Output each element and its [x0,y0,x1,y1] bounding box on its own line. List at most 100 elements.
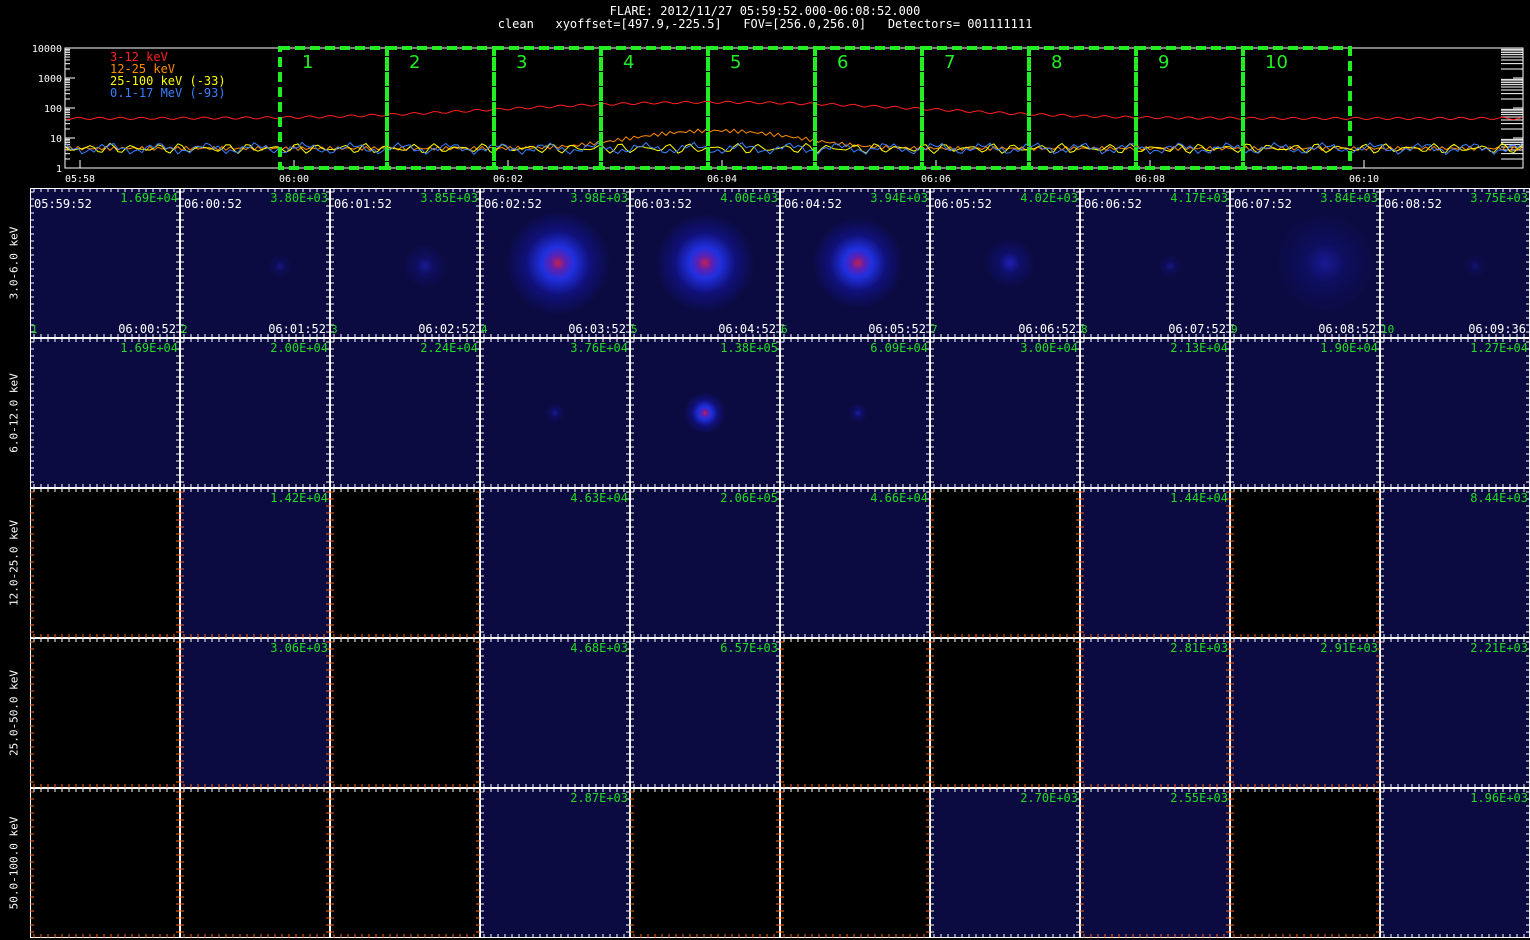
interval-label: 8 [1051,52,1062,73]
panel-number: 8 [1081,323,1088,336]
panel-image [480,488,630,638]
image-panel[interactable]: 2.06E+05 [630,488,780,638]
energy-band-text: 50.0-100.0 keV [7,816,21,910]
image-panel[interactable]: 4.00E+03 06:03:52 06:04:52 5 [630,188,780,338]
image-panel[interactable]: 3.06E+03 [180,638,330,788]
x-tick-label: 06:08 [1135,174,1165,185]
panel-image [1080,488,1230,638]
image-panel[interactable]: 2.70E+03 [930,788,1080,938]
panel-image [1230,338,1380,488]
x-tick-label: 06:02 [493,174,523,185]
image-panel[interactable]: 6.09E+04 [780,338,930,488]
panel-image [630,788,780,938]
image-panel[interactable]: 4.02E+03 06:05:52 06:06:52 7 [930,188,1080,338]
interval-label: 3 [516,52,527,73]
x-tick-label: 06:00 [279,174,309,185]
panel-number: 3 [331,323,338,336]
start-time: 06:06:52 [1084,197,1142,211]
image-panel[interactable]: 2.55E+03 [1080,788,1230,938]
start-time: 06:07:52 [1234,197,1292,211]
image-panel[interactable]: 2.81E+03 [1080,638,1230,788]
panel-number: 1 [31,323,38,336]
panel-image [1230,638,1380,788]
image-panel[interactable]: 3.76E+04 [480,338,630,488]
panel-image [1230,488,1380,638]
peak-value: 2.70E+03 [1020,791,1078,805]
image-panel[interactable]: 1.69E+04 [30,338,180,488]
image-panel[interactable]: 1.44E+04 [1080,488,1230,638]
panel-image [180,338,330,488]
image-panel[interactable]: 4.66E+04 [780,488,930,638]
end-time: 06:03:52 [568,322,626,336]
panel-image [1080,338,1230,488]
image-panel[interactable]: 3.94E+03 06:04:52 06:05:52 6 [780,188,930,338]
peak-value: 4.68E+03 [570,641,628,655]
image-panel[interactable]: 1.42E+04 [180,488,330,638]
image-panel[interactable] [930,638,1080,788]
panel-number: 10 [1381,323,1395,336]
image-panel[interactable]: 8.44E+03 [1380,488,1530,638]
image-panel[interactable]: 2.00E+04 [180,338,330,488]
end-time: 06:00:52 [118,322,176,336]
image-panel[interactable] [180,788,330,938]
energy-band-text: 25.0-50.0 keV [7,669,21,757]
image-panel[interactable]: 1.27E+04 [1380,338,1530,488]
peak-value: 2.13E+04 [1170,341,1228,355]
image-panel[interactable] [330,788,480,938]
image-panel[interactable]: 4.63E+04 [480,488,630,638]
image-panel[interactable] [930,488,1080,638]
image-panel[interactable]: 2.87E+03 [480,788,630,938]
image-panel[interactable]: 1.38E+05 [630,338,780,488]
image-panel[interactable]: 3.00E+04 [930,338,1080,488]
panel-image [1080,788,1230,938]
plot-header: FLARE: 2012/11/27 05:59:52.000-06:08:52.… [0,0,1530,36]
peak-value: 1.38E+05 [720,341,778,355]
peak-value: 6.57E+03 [720,641,778,655]
image-panel[interactable]: 2.91E+03 [1230,638,1380,788]
peak-value: 2.00E+04 [270,341,328,355]
image-panel[interactable] [30,638,180,788]
flare-title: FLARE: 2012/11/27 05:59:52.000-06:08:52.… [609,4,921,18]
image-panel[interactable]: 4.68E+03 [480,638,630,788]
panel-image [480,788,630,938]
image-panel[interactable]: 3.84E+03 06:07:52 06:08:52 9 [1230,188,1380,338]
image-panel[interactable]: 6.57E+03 [630,638,780,788]
image-panel[interactable] [30,488,180,638]
interval-label: 4 [623,52,634,73]
image-panel[interactable]: 2.13E+04 [1080,338,1230,488]
image-panel[interactable] [330,638,480,788]
panel-image [930,338,1080,488]
panel-image [930,488,1080,638]
image-panel[interactable]: 2.21E+03 [1380,638,1530,788]
peak-value: 2.55E+03 [1170,791,1228,805]
image-panel[interactable]: 3.80E+03 06:00:52 06:01:52 2 [180,188,330,338]
panel-number: 4 [481,323,488,336]
image-panel[interactable] [1230,488,1380,638]
peak-value: 3.98E+03 [570,191,628,205]
interval-label: 2 [409,52,420,73]
image-panel[interactable] [630,788,780,938]
image-panel[interactable]: 1.90E+04 [1230,338,1380,488]
image-panel[interactable] [780,638,930,788]
image-panel[interactable]: 1.69E+04 05:59:52 06:00:52 1 [30,188,180,338]
y-tick-label: 100 [44,104,62,115]
energy-band-text: 3.0-6.0 keV [7,226,21,300]
x-tick-label: 06:06 [921,174,951,185]
panel-image [180,638,330,788]
image-panel[interactable] [1230,788,1380,938]
image-panel[interactable]: 1.96E+03 [1380,788,1530,938]
y-tick-label: 10000 [32,44,62,55]
end-time: 06:04:52 [718,322,776,336]
interval-label: 7 [944,52,955,73]
image-panel[interactable]: 4.17E+03 06:06:52 06:07:52 8 [1080,188,1230,338]
interval-box-4 [599,46,710,170]
image-panel[interactable]: 3.98E+03 06:02:52 06:03:52 4 [480,188,630,338]
image-panel[interactable]: 3.75E+03 06:08:52 06:09:36 10 [1380,188,1530,338]
peak-value: 1.27E+04 [1470,341,1528,355]
image-panel[interactable] [780,788,930,938]
image-panel[interactable] [30,788,180,938]
image-panel[interactable]: 3.85E+03 06:01:52 06:02:52 3 [330,188,480,338]
energy-band-label: 6.0-12.0 keV [0,338,28,488]
image-panel[interactable] [330,488,480,638]
image-panel[interactable]: 2.24E+04 [330,338,480,488]
